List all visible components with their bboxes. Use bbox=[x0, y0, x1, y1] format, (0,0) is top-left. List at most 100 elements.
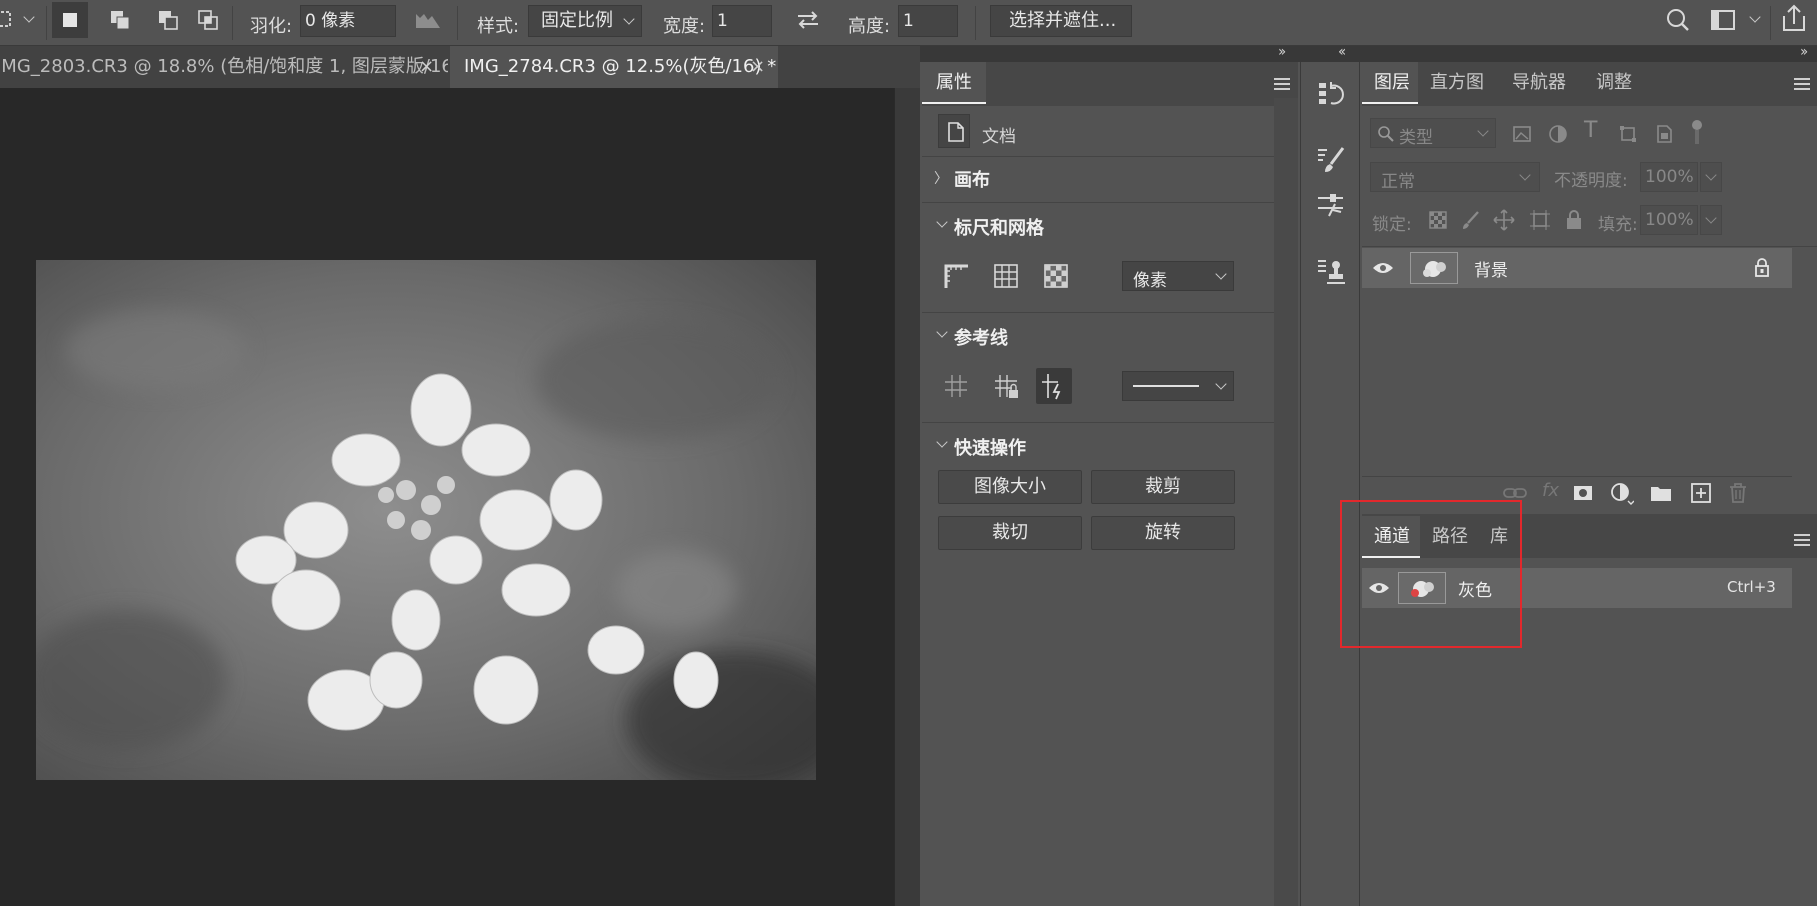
tab-navigator[interactable]: 导航器 bbox=[1500, 62, 1578, 104]
add-selection-icon[interactable] bbox=[102, 2, 138, 38]
image-size-button[interactable]: 图像大小 bbox=[938, 470, 1082, 504]
width-input[interactable]: 1 bbox=[712, 5, 772, 37]
style-select[interactable]: 固定比例 bbox=[528, 5, 642, 37]
lock-pixels-icon[interactable] bbox=[1460, 210, 1480, 230]
style-value: 固定比例 bbox=[541, 10, 613, 31]
feather-input[interactable]: 0 像素 bbox=[300, 5, 396, 37]
panel-menu-icon[interactable] bbox=[1274, 78, 1290, 90]
mask-icon[interactable] bbox=[1572, 482, 1594, 504]
anti-alias-icon[interactable] bbox=[410, 2, 446, 38]
close-icon[interactable]: × bbox=[750, 46, 765, 88]
canvas-vertical-scrollbar[interactable] bbox=[894, 88, 920, 906]
lock-icon[interactable] bbox=[1754, 258, 1770, 278]
shape-filter-icon[interactable] bbox=[1618, 124, 1638, 144]
adjustment-layer-icon[interactable] bbox=[1610, 482, 1634, 506]
units-select[interactable]: 像素 bbox=[1122, 261, 1234, 291]
pixel-filter-icon[interactable] bbox=[1512, 124, 1532, 144]
clone-source-icon[interactable] bbox=[1313, 254, 1349, 295]
tab-adjustments[interactable]: 调整 bbox=[1584, 62, 1644, 104]
rotate-button[interactable]: 旋转 bbox=[1091, 516, 1235, 550]
style-label: 样式: bbox=[477, 16, 520, 37]
chevron-down-icon bbox=[1477, 125, 1489, 137]
guide-style-select[interactable] bbox=[1122, 371, 1234, 401]
lock-artboard-icon[interactable] bbox=[1528, 208, 1552, 232]
pixel-grid-icon[interactable] bbox=[1042, 262, 1070, 295]
share-icon[interactable] bbox=[1776, 2, 1812, 38]
lock-position-icon[interactable] bbox=[1492, 208, 1516, 232]
chevron-down-icon[interactable] bbox=[1749, 11, 1761, 23]
lock-transparent-icon[interactable] bbox=[1428, 210, 1448, 230]
canvas-area[interactable] bbox=[0, 88, 894, 906]
trim-button[interactable]: 裁切 bbox=[938, 516, 1082, 550]
chevron-down-icon[interactable] bbox=[936, 216, 948, 228]
options-bar: 羽化: 0 像素 样式: 固定比例 宽度: 1 高度: 1 选择并遮住... bbox=[0, 0, 1817, 46]
lock-guide-icon[interactable] bbox=[992, 372, 1020, 405]
fx-icon[interactable]: fx bbox=[1542, 480, 1559, 501]
properties-scrollbar[interactable] bbox=[1274, 98, 1298, 906]
panel-menu-icon[interactable] bbox=[1794, 78, 1810, 90]
doc-tab-title: IMG_2803.CR3 @ 18.8% (色相/饱和度 1, 图层蒙版/16)… bbox=[0, 56, 448, 77]
ruler-icon[interactable] bbox=[942, 262, 970, 295]
panel-collapse-bar: ›› ‹‹ ›› bbox=[920, 44, 1817, 62]
tab-layers[interactable]: 图层 bbox=[1362, 62, 1422, 104]
feather-label: 羽化: bbox=[250, 16, 293, 37]
trash-icon[interactable] bbox=[1728, 482, 1748, 504]
eye-icon[interactable] bbox=[1372, 260, 1394, 276]
blend-mode-select[interactable]: 正常 bbox=[1370, 162, 1540, 192]
filter-type-value: 类型 bbox=[1399, 128, 1433, 148]
layer-thumbnail bbox=[1410, 252, 1458, 284]
fill-input[interactable]: 100% bbox=[1640, 205, 1698, 235]
opacity-input[interactable]: 100% bbox=[1640, 162, 1698, 192]
select-and-mask-button[interactable]: 选择并遮住... bbox=[990, 5, 1132, 37]
intersect-selection-icon[interactable] bbox=[190, 2, 226, 38]
adjust-icon[interactable] bbox=[1313, 188, 1349, 229]
opacity-dropdown[interactable] bbox=[1700, 162, 1722, 192]
crop-button[interactable]: 裁剪 bbox=[1091, 470, 1235, 504]
section-canvas[interactable]: 画布 bbox=[954, 166, 990, 192]
marquee-icon[interactable] bbox=[0, 2, 28, 38]
blend-mode-value: 正常 bbox=[1381, 172, 1415, 192]
height-input[interactable]: 1 bbox=[898, 5, 958, 37]
chevron-down-icon[interactable] bbox=[936, 436, 948, 448]
collapse-arrow-icon[interactable]: ›› bbox=[1800, 44, 1808, 60]
workspace-icon[interactable] bbox=[1706, 2, 1742, 38]
doc-tab-inactive[interactable]: IMG_2803.CR3 @ 18.8% (色相/饱和度 1, 图层蒙版/16)… bbox=[0, 46, 448, 88]
history-icon[interactable] bbox=[1313, 76, 1349, 117]
subtract-selection-icon[interactable] bbox=[150, 2, 186, 38]
smart-guide-icon[interactable] bbox=[1036, 368, 1072, 404]
brush-settings-icon[interactable] bbox=[1313, 142, 1349, 183]
swap-icon[interactable] bbox=[790, 2, 826, 38]
type-filter-icon[interactable]: T bbox=[1584, 118, 1597, 143]
lock-label: 锁定: bbox=[1372, 215, 1412, 235]
tab-properties[interactable]: 属性 bbox=[922, 62, 986, 104]
folder-icon[interactable] bbox=[1650, 484, 1672, 502]
layers-panel: 图层 直方图 导航器 调整 类型 T 正常 不透明度: 100% 锁定: 填充:… bbox=[1362, 62, 1817, 906]
doc-tab-active[interactable]: IMG_2784.CR3 @ 12.5%(灰色/16) * × bbox=[450, 46, 778, 88]
adjustment-filter-icon[interactable] bbox=[1548, 124, 1568, 144]
collapse-arrow-icon[interactable]: ›› bbox=[1278, 44, 1286, 60]
fill-dropdown[interactable] bbox=[1700, 205, 1722, 235]
expand-canvas-icon[interactable]: 〉 bbox=[934, 168, 948, 188]
smart-object-filter-icon[interactable] bbox=[1654, 124, 1674, 144]
section-guides[interactable]: 参考线 bbox=[954, 324, 1008, 350]
guide-icon[interactable] bbox=[942, 372, 970, 405]
document-image bbox=[36, 260, 816, 780]
new-layer-icon[interactable] bbox=[1690, 482, 1712, 504]
chevron-down-icon[interactable] bbox=[936, 326, 948, 338]
section-quick-actions[interactable]: 快速操作 bbox=[954, 434, 1026, 460]
search-icon[interactable] bbox=[1660, 2, 1696, 38]
panel-menu-icon[interactable] bbox=[1794, 534, 1810, 546]
tab-histogram[interactable]: 直方图 bbox=[1418, 62, 1496, 104]
section-rulers-grids[interactable]: 标尺和网格 bbox=[954, 214, 1044, 240]
layer-name[interactable]: 背景 bbox=[1474, 256, 1508, 281]
units-value: 像素 bbox=[1133, 271, 1167, 291]
new-selection-icon[interactable] bbox=[52, 2, 88, 38]
chevron-down-icon bbox=[1215, 378, 1227, 390]
filter-type-select[interactable]: 类型 bbox=[1370, 118, 1496, 148]
expand-arrow-icon[interactable]: ‹‹ bbox=[1338, 44, 1346, 60]
lock-all-icon[interactable] bbox=[1564, 208, 1584, 232]
close-icon[interactable]: × bbox=[419, 46, 434, 88]
layer-row-background[interactable]: 背景 bbox=[1362, 248, 1792, 288]
filter-toggle-icon[interactable] bbox=[1690, 118, 1704, 148]
grid-icon[interactable] bbox=[992, 262, 1020, 295]
